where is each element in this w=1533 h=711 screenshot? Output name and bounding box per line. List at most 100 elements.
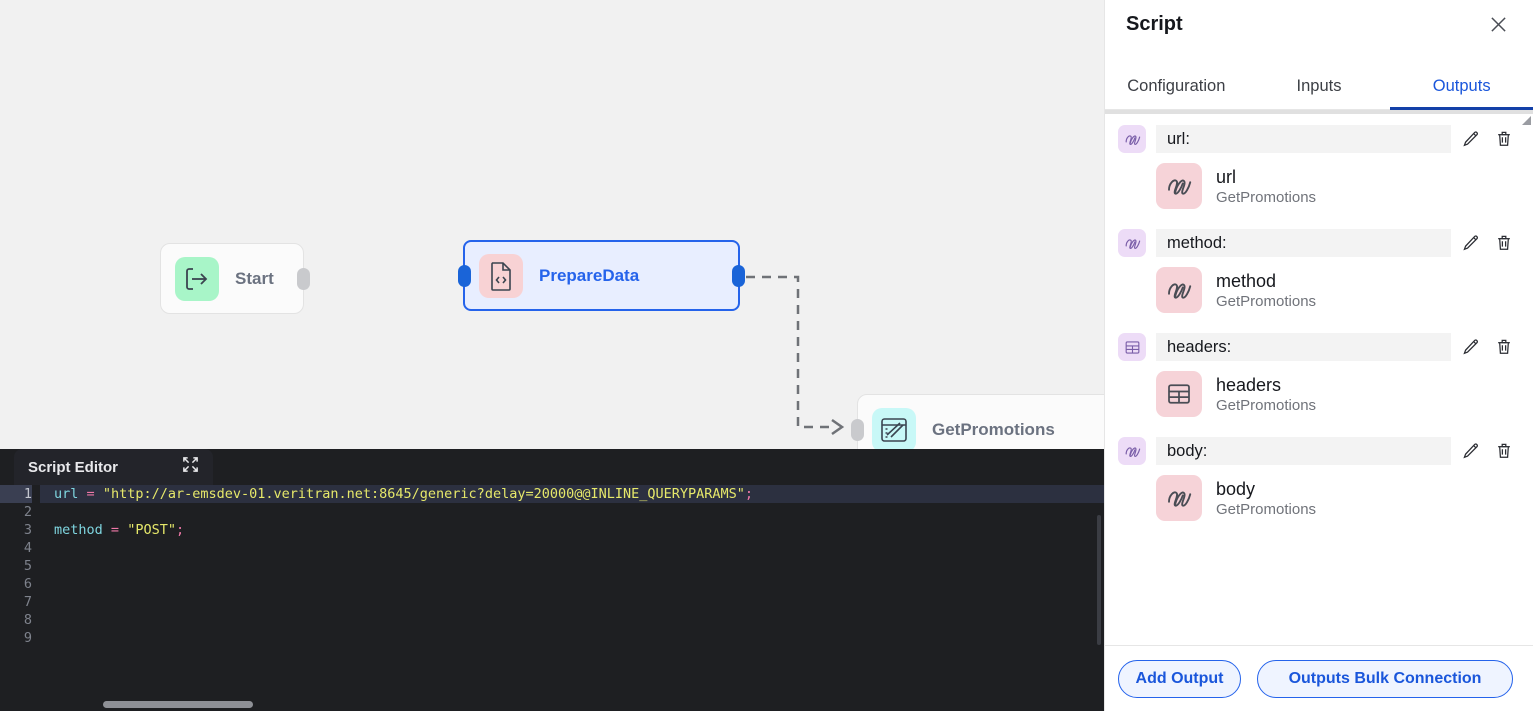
- output-group: url: url GetPromotions: [1105, 124, 1533, 218]
- outputs-list[interactable]: url: url GetPromotions method: method GetProm…: [1105, 110, 1533, 645]
- output-connection[interactable]: body GetPromotions: [1105, 466, 1533, 530]
- node-label: GetPromotions: [932, 419, 1055, 439]
- line-number: 9: [23, 630, 32, 646]
- code-line[interactable]: [40, 575, 1104, 593]
- script-editor-tab[interactable]: Script Editor: [14, 449, 213, 485]
- code-line[interactable]: [40, 611, 1104, 629]
- connection-title: url: [1216, 166, 1237, 187]
- output-row: headers:: [1105, 332, 1533, 362]
- line-number: 4: [23, 540, 32, 556]
- string-squiggle-icon: [1156, 267, 1202, 313]
- code-line[interactable]: [40, 539, 1104, 557]
- add-output-button[interactable]: Add Output: [1118, 659, 1241, 698]
- panel-tabs[interactable]: Configuration Inputs Outputs: [1105, 48, 1533, 125]
- output-name[interactable]: headers:: [1156, 333, 1451, 361]
- code-line[interactable]: [40, 629, 1104, 647]
- string-squiggle-icon: [1118, 229, 1146, 257]
- page-title: Script: [1126, 12, 1183, 35]
- trash-icon[interactable]: [1494, 442, 1513, 461]
- pencil-icon[interactable]: [1461, 338, 1480, 357]
- canvas-node-preparedata[interactable]: PrepareData: [458, 240, 745, 311]
- edge-prepare-to-getpromotions: [746, 275, 832, 429]
- code-token: =: [86, 486, 95, 502]
- outputs-bulk-connection-button[interactable]: Outputs Bulk Connection: [1257, 659, 1513, 698]
- editor-vertical-scrollbar[interactable]: [1097, 515, 1101, 645]
- code-token: ;: [175, 522, 185, 538]
- table-grid-icon: [1118, 333, 1146, 361]
- tab-inputs[interactable]: Inputs: [1248, 77, 1391, 109]
- node-input-port[interactable]: [458, 264, 471, 287]
- start-arrow-icon: [175, 256, 219, 301]
- code-token: "http://ar-emsdev-01.veritran.net:8645/g…: [102, 486, 745, 502]
- connection-target-node: GetPromotions: [1216, 396, 1317, 414]
- line-number: 7: [23, 594, 32, 610]
- code-line[interactable]: [40, 593, 1104, 611]
- string-squiggle-icon: [1156, 163, 1202, 209]
- panel-header: Script: [1105, 0, 1533, 48]
- edge-arrowhead: [831, 418, 845, 436]
- row-actions: [1461, 442, 1513, 461]
- script-editor-body[interactable]: 12 3 4 5 6 7 8 9 url = "http://ar-emsdev-01.ver…: [0, 485, 1104, 711]
- line-number-gutter: 12 3 4 5 6 7 8 9: [0, 485, 40, 711]
- tab-configuration[interactable]: Configuration: [1105, 77, 1248, 109]
- code-line[interactable]: method = "POST";: [40, 521, 1104, 539]
- line-number: 1: [0, 485, 32, 503]
- script-editor-tab-label: Script Editor: [28, 458, 119, 476]
- code-token: =: [110, 522, 120, 538]
- output-connection[interactable]: url GetPromotions: [1105, 154, 1533, 218]
- trash-icon[interactable]: [1494, 338, 1513, 357]
- collapse-inward-icon[interactable]: [182, 456, 199, 478]
- output-connection[interactable]: method GetPromotions: [1105, 258, 1533, 322]
- code-token: "POST": [127, 522, 176, 538]
- pencil-icon[interactable]: [1461, 234, 1480, 253]
- browser-window-icon: [872, 407, 916, 452]
- canvas-node-start[interactable]: Start: [160, 243, 310, 314]
- output-name[interactable]: body:: [1156, 437, 1451, 465]
- code-line[interactable]: url = "http://ar-emsdev-01.veritran.net:…: [40, 485, 1104, 503]
- line-number: 3: [23, 522, 32, 538]
- editor-horizontal-scrollbar[interactable]: [103, 701, 253, 708]
- output-name[interactable]: url:: [1156, 125, 1451, 153]
- connection-text: method GetPromotions: [1216, 271, 1316, 310]
- output-name[interactable]: method:: [1156, 229, 1451, 257]
- table-grid-icon: [1156, 371, 1202, 417]
- code-area[interactable]: url = "http://ar-emsdev-01.veritran.net:…: [40, 485, 1104, 711]
- connection-text: body GetPromotions: [1216, 479, 1316, 518]
- connection-target-node: GetPromotions: [1216, 500, 1317, 518]
- node-output-port[interactable]: [732, 264, 745, 287]
- script-editor-panel[interactable]: Script Editor 12 3 4 5 6 7 8 9 url = "http://ar…: [0, 449, 1104, 711]
- pencil-icon[interactable]: [1461, 130, 1480, 149]
- output-group: body: body GetPromotions: [1105, 436, 1533, 530]
- code-line[interactable]: [40, 557, 1104, 575]
- trash-icon[interactable]: [1494, 130, 1513, 149]
- line-number: 2: [23, 504, 32, 520]
- trash-icon[interactable]: [1494, 234, 1513, 253]
- node-input-port[interactable]: [851, 418, 864, 441]
- output-group: method: method GetPromotions: [1105, 228, 1533, 322]
- close-icon[interactable]: [1485, 11, 1511, 37]
- string-squiggle-icon: [1118, 125, 1146, 153]
- node-output-port[interactable]: [297, 267, 310, 290]
- output-row: url:: [1105, 124, 1533, 154]
- pencil-icon[interactable]: [1461, 442, 1480, 461]
- connection-target-node: GetPromotions: [1216, 292, 1317, 310]
- string-squiggle-icon: [1156, 475, 1202, 521]
- connection-text: headers GetPromotions: [1216, 375, 1316, 414]
- output-row: body:: [1105, 436, 1533, 466]
- connection-title: method: [1216, 270, 1277, 291]
- connection-target-node: GetPromotions: [1216, 188, 1317, 206]
- row-actions: [1461, 130, 1513, 149]
- output-connection[interactable]: headers GetPromotions: [1105, 362, 1533, 426]
- output-group: headers: headers GetPromotions: [1105, 332, 1533, 426]
- connection-title: body: [1216, 478, 1256, 499]
- panel-footer: Add Output Outputs Bulk Connection: [1105, 645, 1533, 711]
- code-token: url: [54, 486, 79, 502]
- code-line[interactable]: [40, 503, 1104, 521]
- tab-outputs[interactable]: Outputs: [1390, 77, 1533, 110]
- script-file-icon: [479, 253, 523, 298]
- node-label: PrepareData: [539, 265, 640, 285]
